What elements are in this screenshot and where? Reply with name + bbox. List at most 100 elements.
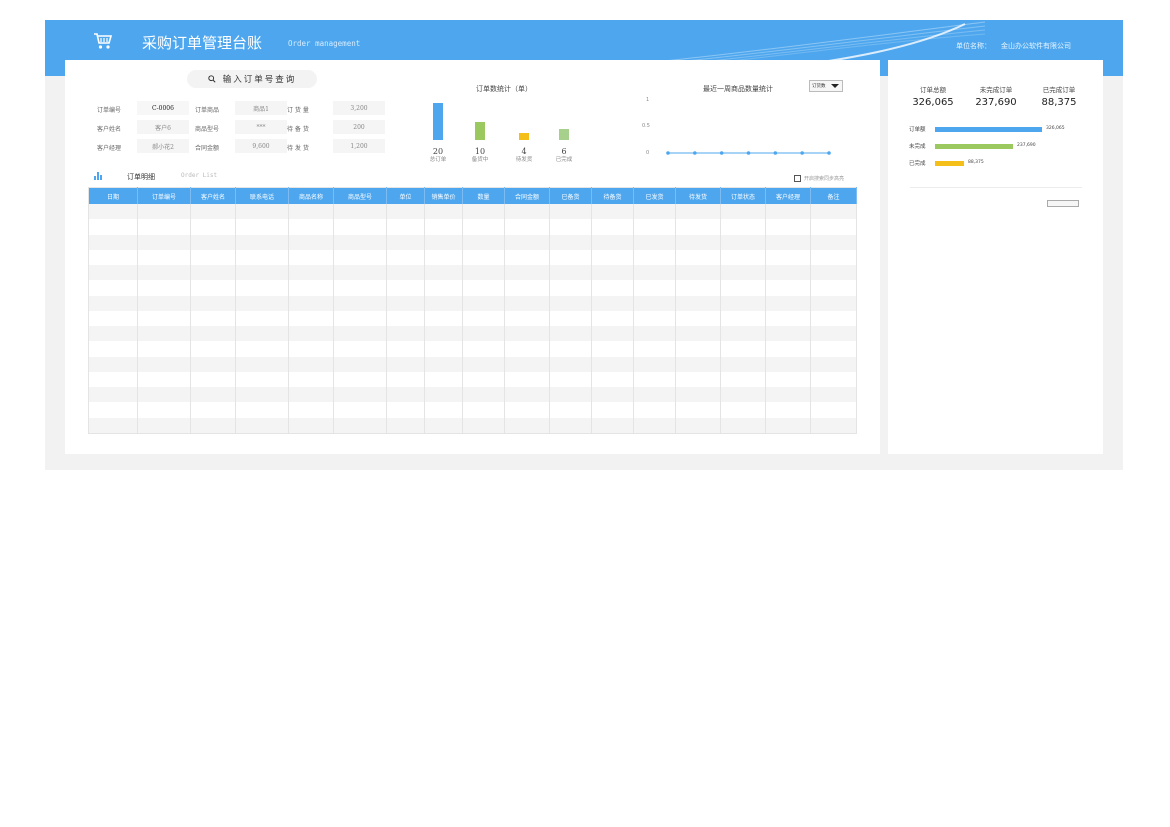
table-cell[interactable] [462, 249, 505, 265]
table-cell[interactable] [235, 219, 289, 235]
checkbox[interactable] [794, 175, 801, 182]
table-cell[interactable] [633, 417, 676, 434]
table-cell[interactable] [633, 356, 676, 372]
table-cell[interactable] [333, 265, 387, 281]
contract-amount-field[interactable]: 9,600 [235, 139, 287, 153]
table-cell[interactable] [504, 204, 550, 220]
table-cell[interactable] [633, 387, 676, 403]
table-cell[interactable] [424, 356, 463, 372]
table-cell[interactable] [720, 204, 766, 220]
table-cell[interactable] [675, 234, 721, 250]
table-cell[interactable] [633, 265, 676, 281]
table-cell[interactable] [504, 219, 550, 235]
table-cell[interactable] [235, 234, 289, 250]
table-cell[interactable] [88, 356, 138, 372]
table-cell[interactable] [504, 310, 550, 326]
mini-dropdown[interactable] [1047, 200, 1079, 207]
table-cell[interactable] [88, 265, 138, 281]
table-cell[interactable] [386, 387, 425, 403]
table-cell[interactable] [386, 371, 425, 387]
table-cell[interactable] [288, 387, 334, 403]
table-cell[interactable] [675, 265, 721, 281]
table-cell[interactable] [765, 234, 811, 250]
table-cell[interactable] [765, 356, 811, 372]
table-cell[interactable] [549, 356, 592, 372]
order-product-field[interactable]: 商品1 [235, 101, 287, 115]
table-cell[interactable] [386, 204, 425, 220]
table-cell[interactable] [288, 219, 334, 235]
table-cell[interactable] [137, 371, 191, 387]
table-cell[interactable] [675, 280, 721, 296]
table-cell[interactable] [462, 326, 505, 342]
table-cell[interactable] [720, 295, 766, 311]
table-cell[interactable] [720, 356, 766, 372]
table-cell[interactable] [810, 326, 857, 342]
table-row[interactable] [88, 356, 857, 372]
table-cell[interactable] [675, 341, 721, 357]
table-cell[interactable] [720, 417, 766, 434]
table-cell[interactable] [549, 387, 592, 403]
table-cell[interactable] [424, 249, 463, 265]
table-cell[interactable] [424, 204, 463, 220]
table-cell[interactable] [765, 387, 811, 403]
table-cell[interactable] [333, 219, 387, 235]
table-cell[interactable] [190, 387, 236, 403]
table-row[interactable] [88, 280, 857, 296]
table-cell[interactable] [288, 249, 334, 265]
table-cell[interactable] [288, 356, 334, 372]
table-cell[interactable] [424, 341, 463, 357]
table-cell[interactable] [504, 356, 550, 372]
table-cell[interactable] [633, 341, 676, 357]
table-cell[interactable] [288, 371, 334, 387]
table-cell[interactable] [810, 280, 857, 296]
table-cell[interactable] [504, 265, 550, 281]
table-cell[interactable] [765, 249, 811, 265]
table-cell[interactable] [235, 280, 289, 296]
table-cell[interactable] [190, 249, 236, 265]
table-cell[interactable] [549, 249, 592, 265]
table-cell[interactable] [720, 402, 766, 418]
table-cell[interactable] [288, 326, 334, 342]
column-header[interactable]: 已发货 [633, 187, 676, 204]
table-cell[interactable] [633, 204, 676, 220]
table-cell[interactable] [765, 219, 811, 235]
table-cell[interactable] [810, 371, 857, 387]
column-header[interactable]: 联系电话 [235, 187, 289, 204]
table-cell[interactable] [675, 310, 721, 326]
table-cell[interactable] [633, 295, 676, 311]
table-cell[interactable] [504, 249, 550, 265]
table-cell[interactable] [235, 310, 289, 326]
table-cell[interactable] [549, 326, 592, 342]
column-header[interactable]: 商品名称 [288, 187, 334, 204]
table-cell[interactable] [549, 417, 592, 434]
table-cell[interactable] [88, 219, 138, 235]
table-cell[interactable] [190, 219, 236, 235]
table-cell[interactable] [462, 310, 505, 326]
table-cell[interactable] [633, 371, 676, 387]
table-cell[interactable] [88, 402, 138, 418]
table-cell[interactable] [386, 280, 425, 296]
table-cell[interactable] [720, 265, 766, 281]
table-row[interactable] [88, 387, 857, 403]
table-cell[interactable] [462, 387, 505, 403]
table-cell[interactable] [190, 204, 236, 220]
product-model-field[interactable]: *** [235, 120, 287, 134]
customer-name-field[interactable]: 客户6 [137, 120, 189, 134]
table-cell[interactable] [386, 341, 425, 357]
table-cell[interactable] [235, 387, 289, 403]
table-cell[interactable] [424, 310, 463, 326]
table-cell[interactable] [591, 295, 634, 311]
table-cell[interactable] [549, 371, 592, 387]
table-cell[interactable] [137, 402, 191, 418]
table-cell[interactable] [765, 280, 811, 296]
table-cell[interactable] [288, 280, 334, 296]
table-cell[interactable] [424, 402, 463, 418]
table-cell[interactable] [333, 402, 387, 418]
table-cell[interactable] [288, 204, 334, 220]
table-cell[interactable] [424, 280, 463, 296]
table-cell[interactable] [591, 371, 634, 387]
table-cell[interactable] [591, 387, 634, 403]
pending-stock-field[interactable]: 200 [333, 120, 385, 134]
table-cell[interactable] [386, 295, 425, 311]
column-header[interactable]: 数量 [462, 187, 505, 204]
